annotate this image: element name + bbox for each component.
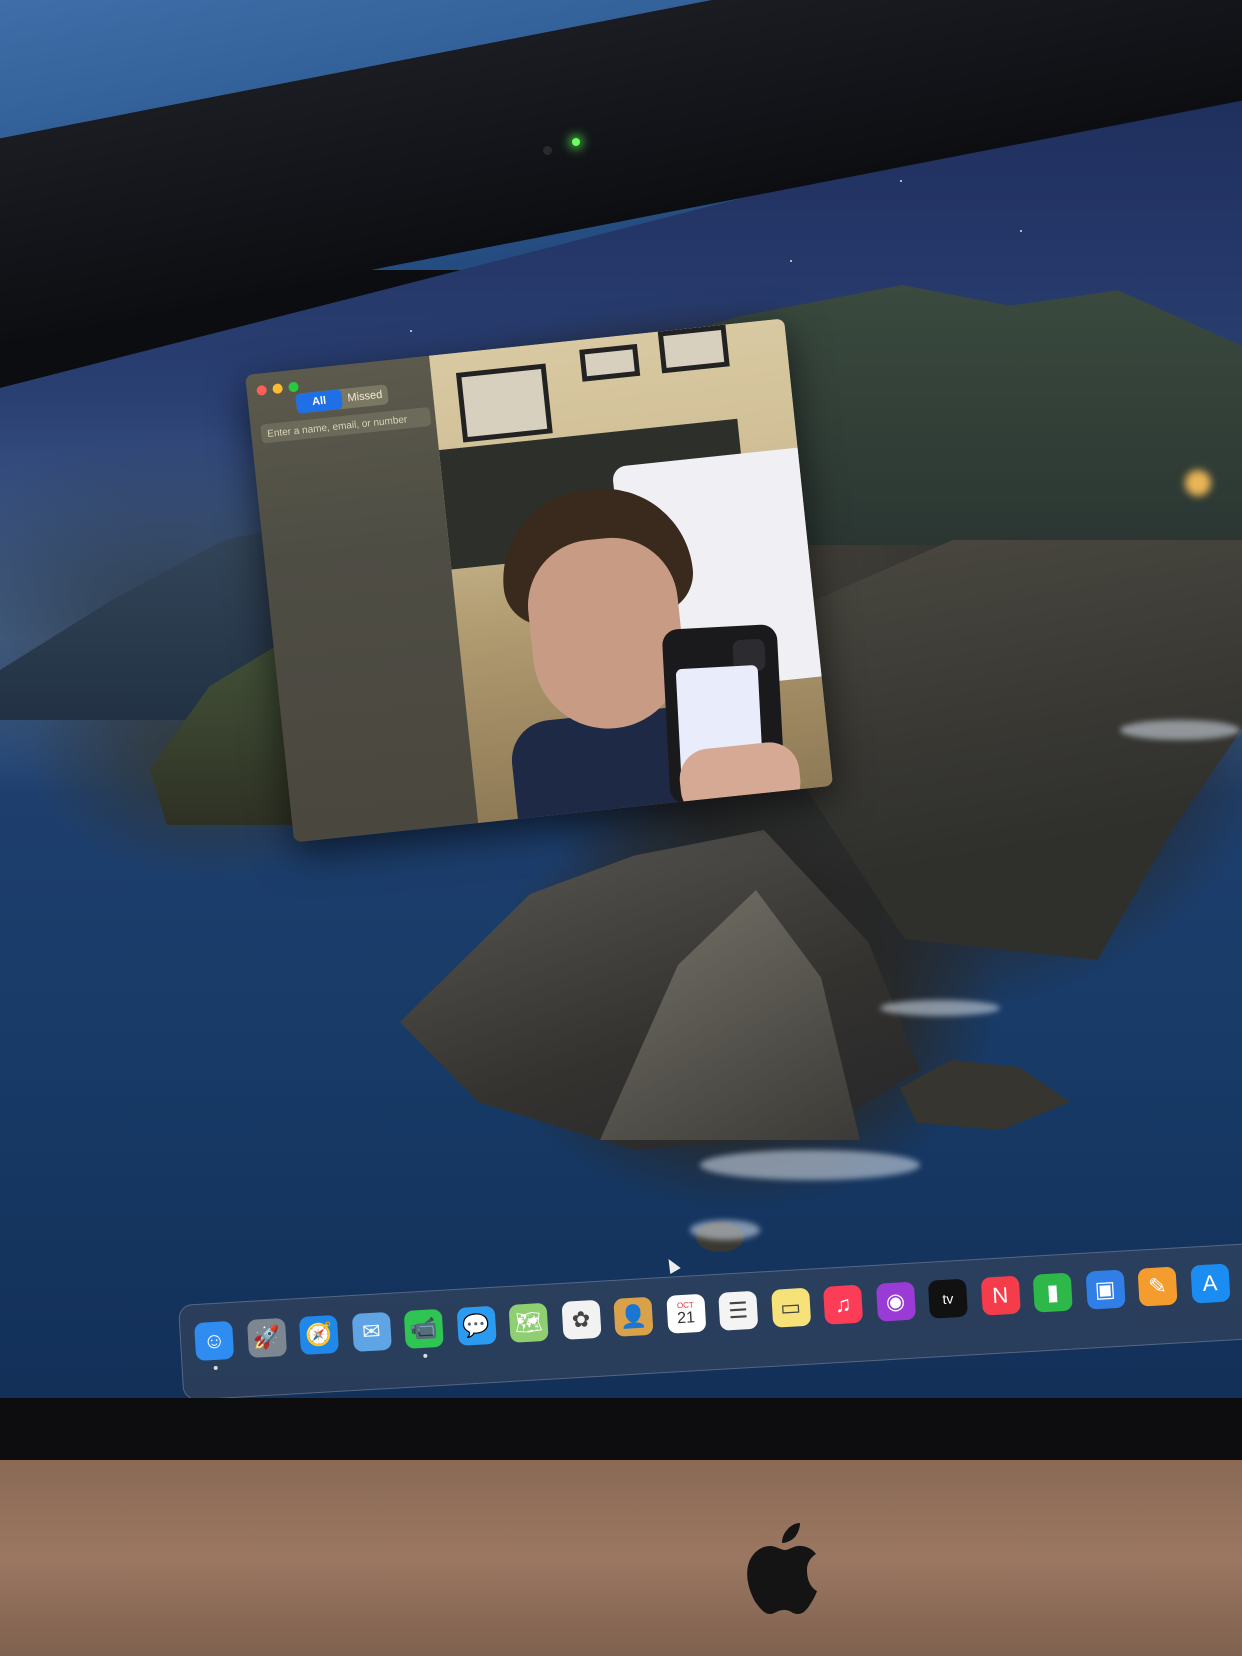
calendar-day-label: 21 bbox=[676, 1308, 696, 1327]
podcasts-icon[interactable]: ◉ bbox=[875, 1281, 916, 1322]
numbers-icon[interactable]: ▮ bbox=[1032, 1272, 1073, 1313]
finder-icon[interactable]: ☺ bbox=[194, 1320, 235, 1362]
wall-picture-frame bbox=[579, 343, 641, 382]
facetime-window[interactable]: All Missed bbox=[245, 318, 834, 843]
tv-icon[interactable]: tv bbox=[927, 1278, 968, 1319]
contact-search-field[interactable] bbox=[260, 406, 434, 445]
launchpad-icon[interactable]: 🚀 bbox=[246, 1317, 287, 1359]
messages-icon[interactable]: 💬 bbox=[456, 1305, 497, 1346]
mail-icon[interactable]: ✉ bbox=[351, 1311, 392, 1352]
safari-icon[interactable]: 🧭 bbox=[298, 1314, 340, 1355]
keynote-icon[interactable]: ▣ bbox=[1085, 1269, 1126, 1310]
contacts-icon[interactable]: 👤 bbox=[613, 1296, 654, 1337]
pages-icon[interactable]: ✎ bbox=[1137, 1266, 1178, 1307]
camera-lens-icon bbox=[543, 146, 552, 155]
wall-picture-frame bbox=[657, 324, 730, 374]
wall-picture-frame bbox=[455, 363, 553, 443]
reminders-icon[interactable]: ☰ bbox=[718, 1290, 759, 1331]
camera-preview bbox=[428, 318, 834, 824]
apple-logo-icon bbox=[747, 1523, 817, 1614]
reflected-lamp-glow bbox=[1185, 470, 1211, 496]
notes-icon[interactable]: ▭ bbox=[770, 1287, 811, 1328]
filter-missed-tab[interactable]: Missed bbox=[341, 384, 389, 409]
close-window-button[interactable] bbox=[256, 384, 268, 396]
monitor-chin bbox=[0, 1460, 1242, 1656]
contact-search-input[interactable] bbox=[260, 407, 434, 445]
app-store-icon[interactable]: A bbox=[1189, 1263, 1231, 1304]
minimize-window-button[interactable] bbox=[272, 383, 284, 395]
maps-icon[interactable]: 🗺 bbox=[508, 1302, 549, 1343]
call-filter-segmented-control: All Missed bbox=[295, 384, 389, 414]
music-icon[interactable]: ♫ bbox=[823, 1284, 864, 1325]
running-indicator bbox=[213, 1365, 218, 1371]
news-icon[interactable]: N bbox=[980, 1275, 1021, 1316]
zoom-window-button[interactable] bbox=[288, 381, 300, 393]
running-indicator bbox=[423, 1353, 428, 1358]
filter-all-tab[interactable]: All bbox=[295, 389, 344, 414]
photos-icon[interactable]: ✿ bbox=[560, 1299, 602, 1340]
camera-indicator-light bbox=[572, 138, 580, 146]
facetime-icon[interactable]: 📹 bbox=[403, 1308, 444, 1349]
calendar-icon[interactable]: OCT 21 bbox=[665, 1293, 706, 1334]
